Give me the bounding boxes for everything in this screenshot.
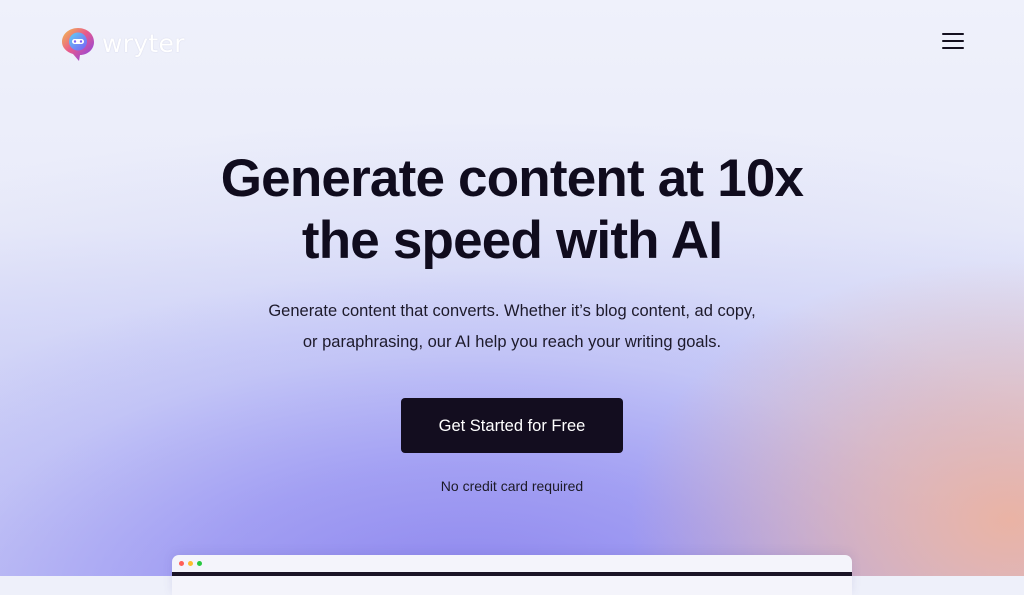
preview-toolbar bbox=[172, 572, 852, 576]
window-maximize-dot-icon bbox=[197, 561, 202, 566]
hamburger-menu-icon bbox=[942, 33, 964, 35]
no-credit-card-note: No credit card required bbox=[440, 478, 584, 494]
chat-bubble-logo-icon bbox=[62, 28, 94, 61]
brand-logo-link[interactable]: wryter bbox=[60, 26, 185, 62]
brand-name: wryter bbox=[102, 28, 185, 58]
window-controls bbox=[179, 561, 202, 566]
hero-title-line: the speed with AI bbox=[301, 211, 723, 270]
app-preview-window bbox=[172, 555, 852, 595]
hamburger-menu-button[interactable] bbox=[942, 30, 964, 52]
hamburger-menu-icon-bar bbox=[942, 47, 964, 49]
hamburger-menu-icon-bar bbox=[942, 40, 964, 42]
hero-title-line: Generate content at 10x bbox=[220, 149, 804, 208]
site-header: wryter bbox=[0, 0, 1024, 84]
hero-title: Generate content at 10x the speed with A… bbox=[0, 148, 1024, 272]
window-minimize-dot-icon bbox=[188, 561, 193, 566]
get-started-button[interactable]: Get Started for Free bbox=[401, 398, 623, 453]
hero-subtitle-line: or paraphrasing, our AI help you reach y… bbox=[302, 333, 722, 351]
hero-subtitle: Generate content that converts. Whether … bbox=[0, 296, 1024, 358]
hero-section: Generate content at 10x the speed with A… bbox=[0, 148, 1024, 494]
hero-subtitle-line: Generate content that converts. Whether … bbox=[268, 302, 756, 320]
window-close-dot-icon bbox=[179, 561, 184, 566]
